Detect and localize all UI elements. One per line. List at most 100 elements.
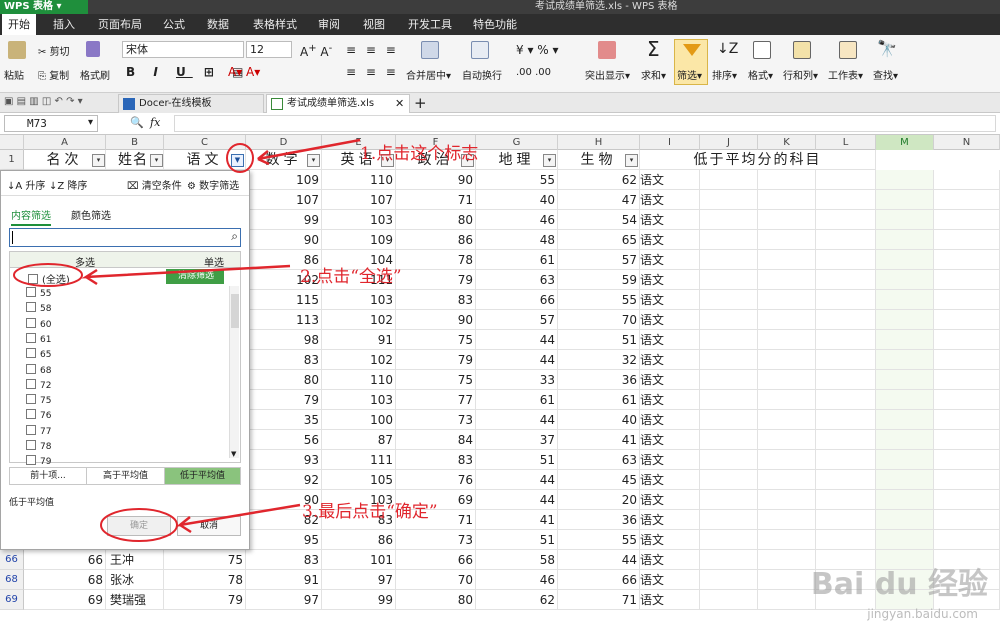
table-cell[interactable]: 100: [322, 410, 396, 430]
table-cell[interactable]: 40: [558, 410, 640, 430]
tab-content-filter[interactable]: 内容筛选: [11, 207, 51, 226]
table-cell[interactable]: 73: [396, 410, 476, 430]
table-cell[interactable]: [758, 410, 816, 430]
table-cell[interactable]: [934, 270, 1000, 290]
table-cell[interactable]: [816, 270, 876, 290]
table-cell[interactable]: 61: [476, 250, 558, 270]
sum-button[interactable]: 求和▾: [641, 67, 666, 82]
menu-home[interactable]: 开始: [2, 14, 36, 35]
col-header-h[interactable]: H: [558, 135, 640, 150]
search-icon[interactable]: ⌕: [231, 229, 238, 244]
table-cell[interactable]: 71: [396, 190, 476, 210]
table-cell[interactable]: 76: [396, 470, 476, 490]
select-all-corner[interactable]: [0, 135, 24, 150]
table-cell[interactable]: [934, 490, 1000, 510]
table-cell[interactable]: 79: [396, 350, 476, 370]
clear-conditions-button[interactable]: ⌧ 清空条件: [127, 177, 182, 192]
table-cell[interactable]: [816, 190, 876, 210]
table-cell[interactable]: [758, 570, 816, 590]
table-cell[interactable]: 90: [396, 310, 476, 330]
table-cell[interactable]: [700, 550, 758, 570]
font-color-button[interactable]: A▾ A▾: [228, 65, 260, 79]
sort-button[interactable]: 排序▾: [712, 67, 737, 82]
format-icon[interactable]: [753, 41, 771, 59]
table-cell[interactable]: [876, 170, 934, 190]
number-filter-button[interactable]: ⚙ 数字筛选: [187, 177, 239, 192]
wrap-icon[interactable]: [471, 41, 489, 59]
table-cell[interactable]: 83: [396, 450, 476, 470]
filter-dropdown-c-active[interactable]: ▼: [231, 154, 244, 167]
table-cell[interactable]: [816, 450, 876, 470]
table-cell[interactable]: 46: [476, 570, 558, 590]
checkbox[interactable]: [26, 332, 36, 343]
table-cell[interactable]: [876, 210, 934, 230]
wrap-button[interactable]: 自动换行: [462, 67, 502, 82]
table-cell[interactable]: 语文: [640, 450, 700, 470]
cancel-button[interactable]: 取消: [177, 516, 241, 536]
table-cell[interactable]: 语文: [640, 510, 700, 530]
menu-insert[interactable]: 插入: [53, 14, 75, 35]
table-cell[interactable]: 语文: [640, 330, 700, 350]
menu-formula[interactable]: 公式: [163, 14, 185, 35]
filter-value-item[interactable]: 77: [26, 424, 51, 440]
table-cell[interactable]: [816, 210, 876, 230]
table-cell[interactable]: [758, 230, 816, 250]
multi-select-column[interactable]: 多选: [75, 254, 95, 269]
table-cell[interactable]: 61: [558, 390, 640, 410]
table-cell[interactable]: 110: [322, 170, 396, 190]
sort-asc-button[interactable]: ↓A 升序: [7, 177, 45, 192]
zoom-icon[interactable]: 🔍: [130, 116, 144, 129]
table-cell[interactable]: [934, 210, 1000, 230]
table-cell[interactable]: 57: [476, 310, 558, 330]
select-all-checkbox[interactable]: (全选): [28, 271, 70, 286]
table-cell[interactable]: 37: [476, 430, 558, 450]
below-average-button[interactable]: 低于平均值: [165, 468, 240, 484]
table-cell[interactable]: 语文: [640, 290, 700, 310]
checkbox[interactable]: [26, 394, 36, 405]
table-cell[interactable]: 109: [322, 230, 396, 250]
table-cell[interactable]: 77: [396, 390, 476, 410]
table-cell[interactable]: 语文: [640, 210, 700, 230]
sum-icon[interactable]: Σ: [647, 37, 660, 61]
table-cell[interactable]: 语文: [640, 530, 700, 550]
table-cell[interactable]: 61: [476, 390, 558, 410]
table-cell[interactable]: 80: [396, 210, 476, 230]
menu-view[interactable]: 视图: [363, 14, 385, 35]
table-cell[interactable]: 92: [246, 470, 322, 490]
table-cell[interactable]: 71: [558, 590, 640, 610]
table-cell[interactable]: 语文: [640, 310, 700, 330]
checkbox[interactable]: [28, 274, 38, 284]
table-cell[interactable]: [758, 290, 816, 310]
table-cell[interactable]: [700, 270, 758, 290]
table-cell[interactable]: 66: [476, 290, 558, 310]
table-cell[interactable]: 103: [322, 210, 396, 230]
table-cell[interactable]: [700, 470, 758, 490]
menu-table-style[interactable]: 表格样式: [253, 14, 297, 35]
col-header-a[interactable]: A: [24, 135, 106, 150]
table-cell[interactable]: [700, 230, 758, 250]
list-scrollbar[interactable]: ▼: [229, 286, 239, 458]
table-cell[interactable]: [816, 390, 876, 410]
filter-value-item[interactable]: 76: [26, 409, 51, 424]
table-cell[interactable]: 语文: [640, 390, 700, 410]
table-cell[interactable]: [758, 450, 816, 470]
col-header-i[interactable]: I: [640, 135, 700, 150]
table-cell[interactable]: [934, 170, 1000, 190]
table-cell[interactable]: [758, 310, 816, 330]
table-cell[interactable]: 83: [396, 290, 476, 310]
table-cell[interactable]: [700, 570, 758, 590]
table-cell[interactable]: [700, 190, 758, 210]
col-header-k[interactable]: K: [758, 135, 816, 150]
worksheet-button[interactable]: 工作表▾: [828, 67, 863, 82]
table-cell[interactable]: 55: [558, 290, 640, 310]
grow-font-button[interactable]: A+ A-: [300, 43, 332, 59]
name-box[interactable]: M73: [4, 115, 98, 132]
find-icon[interactable]: 🔭: [877, 39, 897, 58]
table-cell[interactable]: 55: [558, 530, 640, 550]
table-cell[interactable]: 98: [246, 330, 322, 350]
table-cell[interactable]: 105: [322, 470, 396, 490]
row-header-1[interactable]: 1: [0, 150, 24, 170]
table-cell[interactable]: 86: [322, 530, 396, 550]
table-cell[interactable]: 66: [24, 550, 106, 570]
table-cell[interactable]: [876, 390, 934, 410]
